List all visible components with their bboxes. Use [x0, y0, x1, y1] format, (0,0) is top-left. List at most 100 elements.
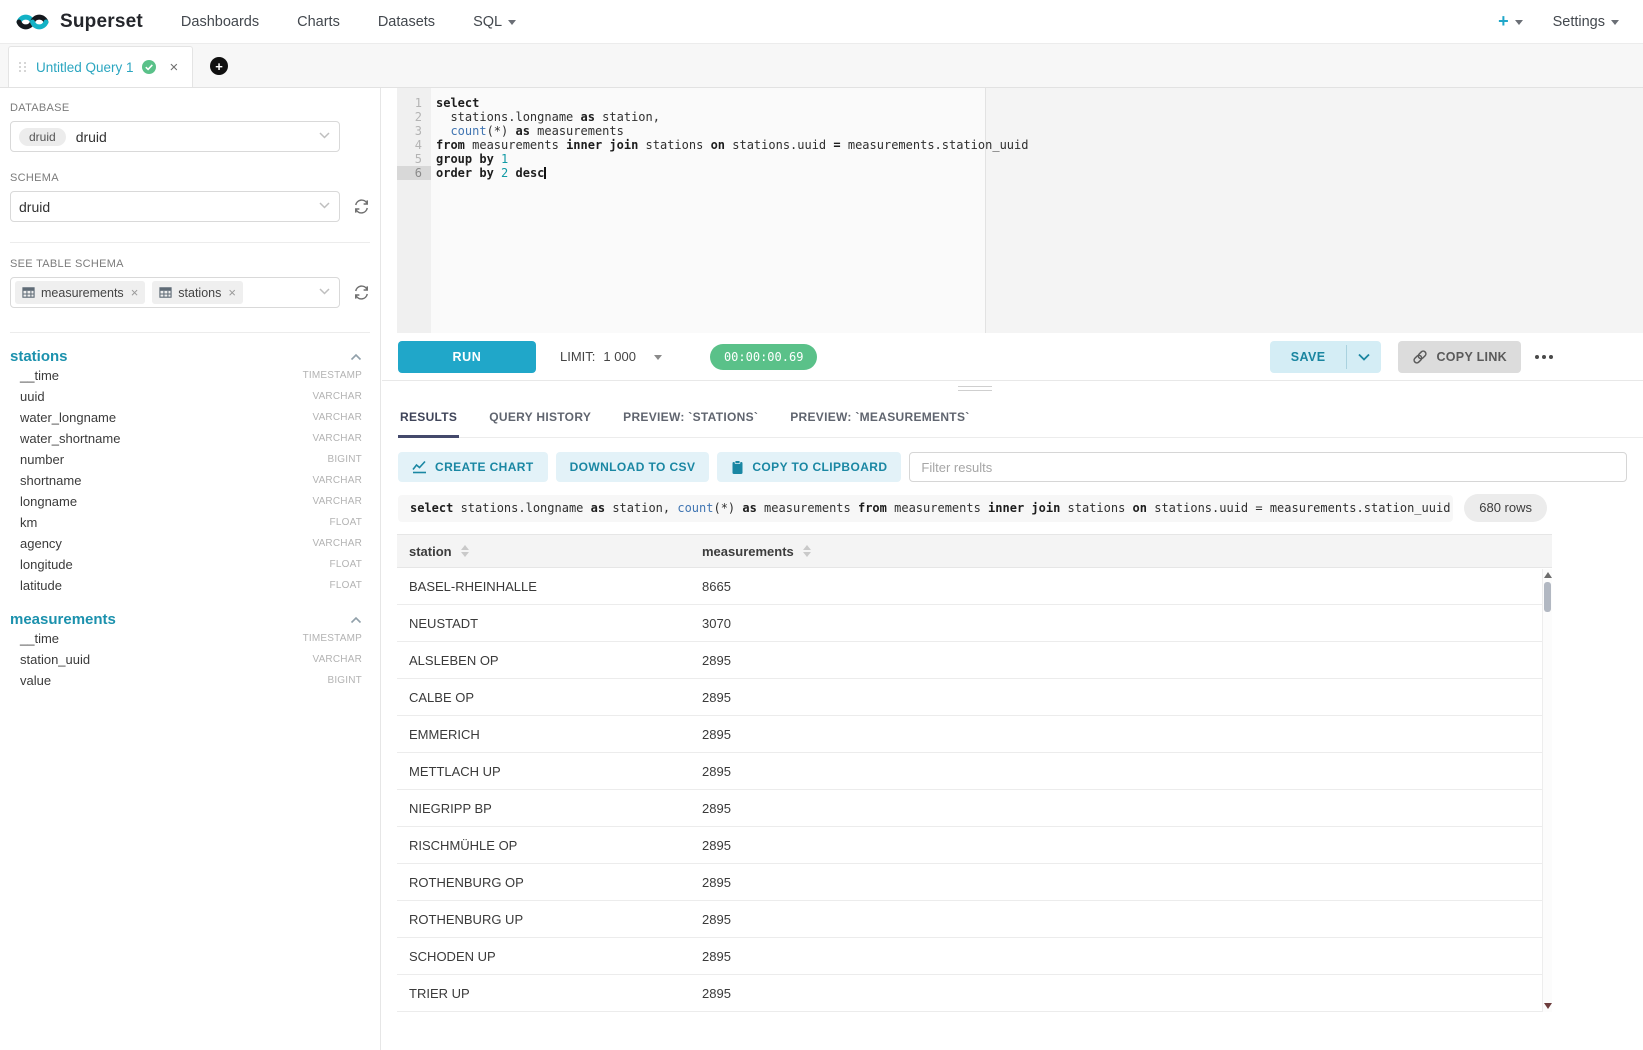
add-tab-button[interactable]: +	[210, 57, 228, 75]
results-actions: CREATE CHART DOWNLOAD TO CSV COPY TO CLI…	[398, 452, 1627, 482]
nav-menu: Dashboards Charts Datasets SQL	[181, 14, 516, 30]
results-tab[interactable]: QUERY HISTORY	[487, 398, 593, 437]
table-row[interactable]: NIEGRIPP BP2895	[397, 790, 1552, 827]
editor-line[interactable]: 4from measurements inner join stations o…	[397, 138, 1643, 152]
nav-item-dashboards[interactable]: Dashboards	[181, 14, 259, 30]
column-type: TIMESTAMP	[303, 370, 362, 381]
column-type: FLOAT	[330, 517, 362, 528]
chevron-down-icon	[319, 202, 330, 209]
table-row[interactable]: ALSLEBEN OP2895	[397, 642, 1552, 679]
copy-link-button[interactable]: COPY LINK	[1398, 341, 1521, 373]
table-scrollbar[interactable]	[1542, 569, 1552, 1012]
editor-line[interactable]: 5group by 1	[397, 152, 1643, 166]
column-name: longname	[20, 494, 77, 509]
table-row[interactable]: METTLACH UP2895	[397, 753, 1552, 790]
remove-chip-icon[interactable]: ×	[131, 285, 139, 300]
table-row[interactable]: RISCHMÜHLE OP2895	[397, 827, 1552, 864]
limit-dropdown[interactable]: LIMIT: 1 000	[560, 349, 662, 364]
table-section-header[interactable]: stations	[10, 348, 370, 365]
column-row: agencyVARCHAR	[10, 533, 370, 554]
schema-select[interactable]: druid	[10, 191, 340, 222]
table-row[interactable]: BASEL-RHEINHALLE8665	[397, 568, 1552, 605]
table-section-header[interactable]: measurements	[10, 611, 370, 628]
table-select[interactable]: measurements× stations×	[10, 277, 340, 308]
editor-line[interactable]: 2 stations.longname as station,	[397, 110, 1643, 124]
results-tab[interactable]: PREVIEW: `MEASUREMENTS`	[788, 398, 971, 437]
line-number: 5	[397, 152, 431, 166]
cell-station: ROTHENBURG UP	[397, 912, 690, 927]
table-chip-stations[interactable]: stations×	[152, 281, 243, 304]
scroll-up-icon[interactable]	[1544, 572, 1552, 578]
column-name: value	[20, 673, 51, 688]
executed-query-preview[interactable]: select stations.longname as station, cou…	[398, 495, 1453, 522]
code-text: group by 1	[431, 152, 508, 166]
scroll-down-icon[interactable]	[1544, 1003, 1552, 1009]
cell-station: RISCHMÜHLE OP	[397, 838, 690, 853]
more-actions-icon[interactable]	[1535, 355, 1553, 359]
sort-icon[interactable]	[461, 545, 469, 557]
ace-editor-surface[interactable]: 1select2 stations.longname as station,3 …	[397, 88, 1643, 333]
collapse-icon[interactable]	[350, 353, 362, 361]
new-item-menu[interactable]: +	[1498, 11, 1523, 32]
results-tab[interactable]: RESULTS	[398, 398, 459, 437]
table-name: measurements	[10, 611, 116, 628]
scrollbar-thumb[interactable]	[1544, 582, 1551, 612]
drag-handle-icon[interactable]	[19, 62, 27, 72]
column-header-station[interactable]: station	[397, 544, 690, 559]
column-header-label: measurements	[702, 544, 794, 559]
schema-label: SCHEMA	[10, 172, 370, 184]
query-tab[interactable]: Untitled Query 1 ×	[8, 46, 193, 87]
caret-down-icon	[508, 20, 516, 25]
sort-icon[interactable]	[803, 545, 811, 557]
superset-brand[interactable]: Superset	[14, 10, 143, 34]
clipboard-icon	[731, 460, 744, 475]
create-chart-button[interactable]: CREATE CHART	[398, 452, 548, 482]
column-type: VARCHAR	[312, 475, 362, 486]
table-row[interactable]: EMMERICH2895	[397, 716, 1552, 753]
save-options-button[interactable]	[1347, 341, 1381, 373]
editor-line[interactable]: 1select	[397, 96, 1643, 110]
copy-to-clipboard-button[interactable]: COPY TO CLIPBOARD	[717, 452, 901, 482]
line-number: 2	[397, 110, 431, 124]
table-chip-measurements[interactable]: measurements×	[15, 281, 145, 304]
column-row: longitudeFLOAT	[10, 554, 370, 575]
close-tab-icon[interactable]: ×	[170, 60, 179, 75]
nav-item-sql[interactable]: SQL	[473, 14, 516, 30]
pane-resize-handle[interactable]	[958, 386, 992, 394]
brand-name: Superset	[60, 11, 143, 33]
collapse-icon[interactable]	[350, 616, 362, 624]
save-query-split-button[interactable]: SAVE	[1270, 341, 1382, 373]
table-row[interactable]: CALBE OP2895	[397, 679, 1552, 716]
nav-item-charts[interactable]: Charts	[297, 14, 340, 30]
remove-chip-icon[interactable]: ×	[228, 285, 236, 300]
table-row[interactable]: ROTHENBURG UP2895	[397, 901, 1552, 938]
create-chart-label: CREATE CHART	[435, 460, 534, 474]
editor-line[interactable]: 3 count(*) as measurements	[397, 124, 1643, 138]
table-row[interactable]: SCHODEN UP2895	[397, 938, 1552, 975]
save-button[interactable]: SAVE	[1270, 341, 1347, 373]
cell-station: SCHODEN UP	[397, 949, 690, 964]
filter-results-input[interactable]	[909, 452, 1627, 482]
download-csv-button[interactable]: DOWNLOAD TO CSV	[556, 452, 710, 482]
table-row[interactable]: NEUSTADT3070	[397, 605, 1552, 642]
database-select[interactable]: druid druid	[10, 121, 340, 152]
refresh-schemas-button[interactable]	[353, 198, 370, 215]
refresh-tables-button[interactable]	[353, 284, 370, 301]
nav-item-datasets[interactable]: Datasets	[378, 14, 435, 30]
editor-toolbar: RUN LIMIT: 1 000 00:00:00.69 SAVE COPY L…	[382, 333, 1643, 381]
cell-measurements: 8665	[690, 579, 1552, 594]
results-tab[interactable]: PREVIEW: `STATIONS`	[621, 398, 760, 437]
editor-line[interactable]: 6order by 2 desc	[397, 166, 1643, 180]
settings-menu[interactable]: Settings	[1553, 14, 1619, 30]
cell-measurements: 2895	[690, 986, 1552, 1001]
column-row: shortnameVARCHAR	[10, 470, 370, 491]
download-csv-label: DOWNLOAD TO CSV	[570, 460, 696, 474]
column-row: latitudeFLOAT	[10, 575, 370, 596]
table-row[interactable]: ROTHENBURG OP2895	[397, 864, 1552, 901]
sql-editor[interactable]: 1select2 stations.longname as station,3 …	[382, 88, 1643, 333]
table-row[interactable]: TRIER UP2895	[397, 975, 1552, 1012]
run-query-button[interactable]: RUN	[398, 341, 536, 373]
column-header-measurements[interactable]: measurements	[690, 544, 1552, 559]
column-row: __timeTIMESTAMP	[10, 628, 370, 649]
refresh-icon	[353, 198, 370, 215]
